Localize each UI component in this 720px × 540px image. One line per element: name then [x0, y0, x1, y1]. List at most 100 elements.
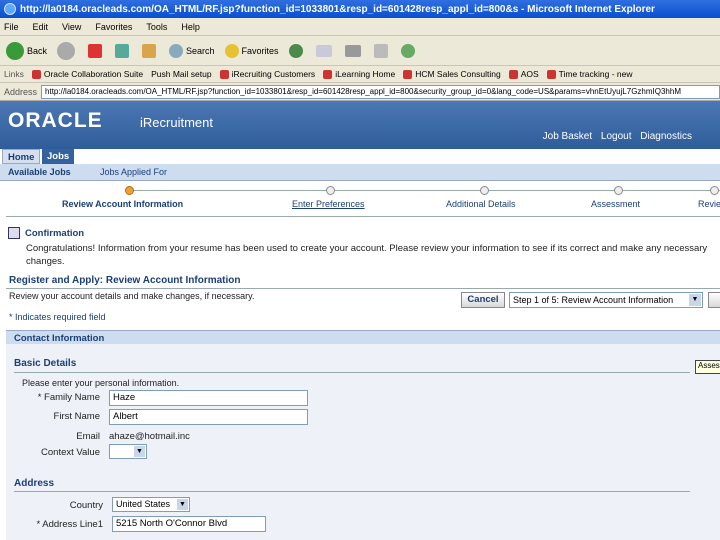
address-bar: Address http://la0184.oracleads.com/OA_H… — [0, 83, 720, 101]
basic-instruction: Please enter your personal information. — [22, 378, 180, 388]
chevron-down-icon: ▼ — [177, 499, 188, 510]
tab-jobs[interactable]: Jobs — [42, 149, 75, 164]
menu-view[interactable]: View — [62, 22, 81, 32]
step-select[interactable]: Step 1 of 5: Review Account Information … — [509, 292, 703, 308]
app-header: ORACLE iRecruitment Job Basket Logout Di… — [0, 101, 720, 149]
link-hcm-sales[interactable]: HCM Sales Consulting — [403, 69, 501, 79]
address-line1-label: * Address Line1 — [36, 519, 103, 530]
address-label: Address — [4, 86, 38, 97]
email-value: ahaze@hotmail.inc — [109, 431, 190, 442]
browser-title-bar: http://la0184.oracleads.com/OA_HTML/RF.j… — [0, 0, 720, 18]
contact-section-header: Contact Information — [6, 330, 720, 344]
link-oracle-collaboration[interactable]: Oracle Collaboration Suite — [31, 69, 143, 79]
edit-icon — [373, 43, 388, 58]
menu-tools[interactable]: Tools — [146, 22, 167, 32]
link-icon — [403, 69, 413, 79]
messenger-button[interactable] — [400, 43, 418, 58]
divider — [14, 372, 690, 373]
browser-toolbar: Back Search Favorites — [0, 36, 720, 66]
history-icon — [288, 43, 303, 58]
link-push-mail[interactable]: Push Mail setup — [151, 69, 211, 79]
link-ilearning-home[interactable]: iLearning Home — [323, 69, 395, 79]
mail-button[interactable] — [315, 44, 335, 57]
confirmation-message: Congratulations! Information from your r… — [26, 243, 708, 267]
train-line — [128, 190, 720, 191]
train-step-1-dot — [125, 186, 134, 195]
refresh-icon — [115, 43, 130, 58]
menu-help[interactable]: Help — [181, 22, 200, 32]
edit-button[interactable] — [373, 43, 391, 58]
logout-link[interactable]: Logout — [601, 131, 632, 142]
train-step-2[interactable]: Enter Preferences — [292, 199, 365, 209]
required-note: * Indicates required field — [9, 312, 106, 322]
forward-button[interactable] — [57, 41, 78, 60]
context-value-select[interactable]: ▼ — [109, 444, 147, 459]
link-icon — [31, 69, 41, 79]
divider — [6, 216, 720, 217]
links-bar: Links Oracle Collaboration Suite Push Ma… — [0, 66, 720, 83]
link-irecruiting-customers[interactable]: iRecruiting Customers — [219, 69, 315, 79]
stop-button[interactable] — [88, 43, 105, 58]
link-icon — [546, 69, 556, 79]
menu-bar: File Edit View Favorites Tools Help — [0, 18, 720, 36]
link-icon — [219, 69, 229, 79]
confirmation-icon — [8, 227, 20, 239]
process-train: Review Account Information Enter Prefere… — [0, 181, 720, 211]
basic-details-title: Basic Details — [14, 358, 77, 369]
page-instruction: Review your account details and make cha… — [9, 291, 255, 301]
assessment-tooltip: Assess — [695, 360, 720, 374]
menu-file[interactable]: File — [4, 22, 19, 32]
context-value-label: Context Value — [41, 447, 100, 458]
divider — [6, 288, 720, 289]
job-basket-link[interactable]: Job Basket — [543, 131, 592, 142]
home-button[interactable] — [142, 43, 159, 58]
link-aos[interactable]: AOS — [508, 69, 539, 79]
first-name-input[interactable]: Albert — [109, 409, 308, 425]
link-time-tracking[interactable]: Time tracking - new — [546, 69, 633, 79]
email-label: Email — [76, 431, 100, 442]
family-name-input[interactable]: Haze — [109, 390, 308, 406]
chevron-down-icon: ▼ — [689, 294, 701, 306]
train-step-3: Additional Details — [446, 199, 516, 209]
train-step-3-dot — [480, 186, 489, 195]
page-title: Register and Apply: Review Account Infor… — [9, 275, 241, 286]
tab-bar: Home Jobs — [0, 149, 720, 164]
back-arrow-icon — [6, 41, 24, 60]
first-name-label: First Name — [53, 411, 100, 422]
links-label: Links — [4, 69, 24, 79]
country-select[interactable]: United States ▼ — [112, 497, 190, 512]
train-step-5: Review — [698, 199, 720, 209]
search-button[interactable]: Search — [169, 43, 215, 58]
next-button[interactable] — [708, 292, 720, 308]
train-step-1: Review Account Information — [62, 199, 184, 209]
cancel-button[interactable]: Cancel — [461, 292, 505, 308]
search-icon — [169, 43, 184, 58]
menu-edit[interactable]: Edit — [33, 22, 49, 32]
subtab-jobs-applied-for[interactable]: Jobs Applied For — [100, 167, 167, 177]
step-select-value: Step 1 of 5: Review Account Information — [513, 295, 674, 305]
messenger-icon — [400, 43, 415, 58]
stop-icon — [88, 43, 103, 58]
refresh-button[interactable] — [115, 43, 132, 58]
subtab-available-jobs[interactable]: Available Jobs — [8, 167, 71, 177]
contact-section-title: Contact Information — [14, 333, 105, 344]
train-step-5-dot — [710, 186, 719, 195]
back-button[interactable]: Back — [6, 41, 47, 60]
tab-home[interactable]: Home — [2, 149, 41, 164]
forward-arrow-icon — [57, 41, 76, 60]
favorites-button[interactable]: Favorites — [224, 43, 279, 58]
print-button[interactable] — [344, 44, 364, 57]
diagnostics-link[interactable]: Diagnostics — [640, 131, 692, 142]
product-name: iRecruitment — [140, 115, 213, 130]
ie-logo-icon — [4, 3, 16, 15]
address-input[interactable]: http://la0184.oracleads.com/OA_HTML/RF.j… — [41, 84, 720, 99]
address-title: Address — [14, 478, 55, 489]
history-button[interactable] — [288, 43, 306, 58]
confirmation-header: Confirmation — [8, 227, 84, 239]
menu-favorites[interactable]: Favorites — [95, 22, 132, 32]
link-icon — [323, 69, 333, 79]
chevron-down-icon: ▼ — [134, 446, 145, 457]
address-line1-input[interactable]: 5215 North O'Connor Blvd — [112, 516, 266, 532]
window-title: http://la0184.oracleads.com/OA_HTML/RF.j… — [20, 3, 655, 15]
country-label: Country — [69, 500, 103, 511]
